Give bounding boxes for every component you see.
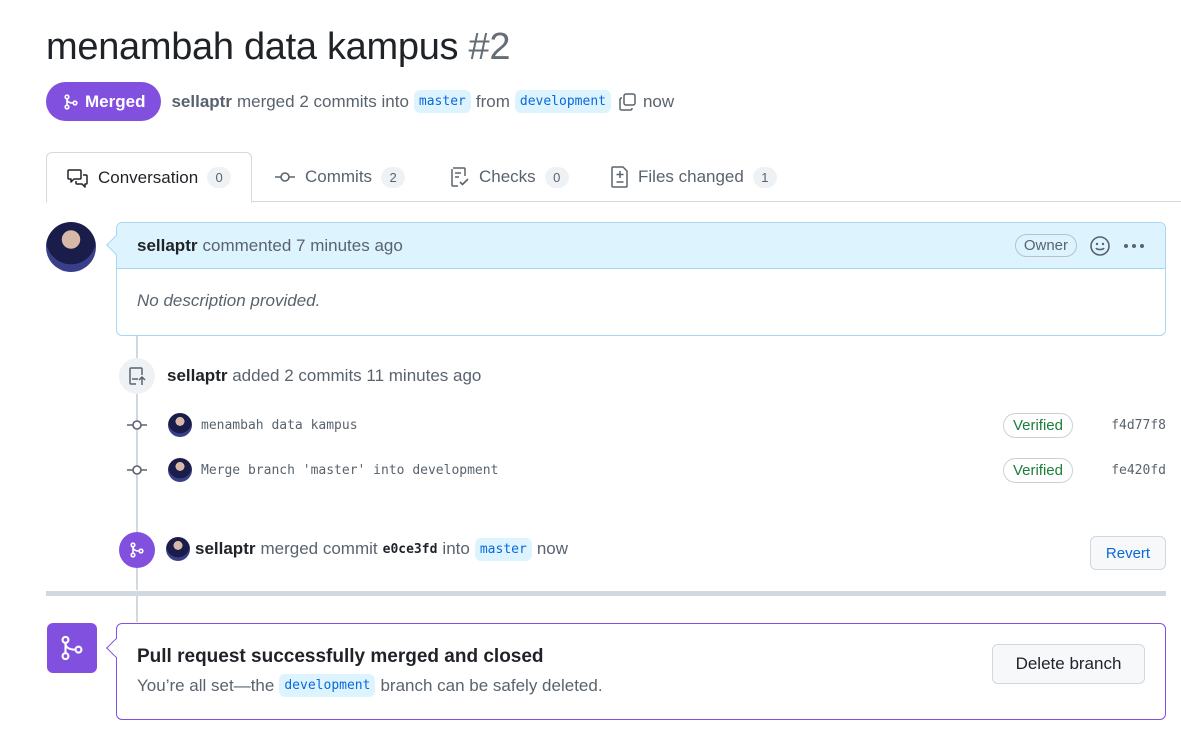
merged-status-box: Pull request successfully merged and clo…	[106, 623, 1166, 720]
subtitle-before: You’re all set—the	[137, 675, 275, 695]
pr-number: #2	[468, 26, 511, 68]
git-merge-icon	[119, 532, 155, 568]
file-diff-icon	[611, 166, 629, 188]
tab-label: Conversation	[98, 167, 199, 187]
comment-discussion-icon	[67, 168, 89, 188]
box-arrow	[106, 638, 126, 658]
page-title: menambah data kampus #2	[46, 26, 510, 69]
commit-message[interactable]: menambah data kampus	[201, 418, 358, 433]
owner-badge: Owner	[1014, 234, 1077, 257]
tab-counter: 0	[544, 166, 569, 188]
event-action: added 2 commits 11 minutes ago	[232, 366, 482, 385]
merged-status-badge: Merged	[46, 82, 162, 121]
subtitle-after: branch can be safely deleted.	[380, 675, 603, 695]
copy-icon[interactable]	[618, 92, 638, 112]
tab-commits[interactable]: Commits 2	[274, 152, 406, 202]
from-text: from	[475, 91, 510, 111]
smiley-icon[interactable]	[1089, 235, 1111, 257]
checklist-icon	[450, 166, 470, 188]
pr-meta: Merged sellaptr merged 2 commits into ma…	[46, 82, 674, 121]
base-branch[interactable]: master	[413, 90, 471, 113]
revert-button[interactable]: Revert	[1090, 536, 1166, 570]
merge-time: now	[536, 539, 568, 558]
git-commit-icon	[274, 170, 296, 184]
git-merge-icon	[63, 93, 79, 110]
merge-summary-text: merged 2 commits into	[236, 91, 409, 111]
merge-summary: sellaptr merged 2 commits into master fr…	[171, 90, 674, 113]
avatar[interactable]	[46, 222, 96, 272]
tab-counter: 0	[207, 167, 232, 188]
merge-commit-sha[interactable]: e0ce3fd	[383, 542, 438, 557]
comment-body: No description provided.	[137, 291, 321, 310]
tab-label: Checks	[479, 167, 536, 186]
repo-push-icon	[119, 358, 155, 394]
tab-conversation[interactable]: Conversation 0	[46, 152, 253, 203]
verified-badge[interactable]: Verified	[1002, 457, 1073, 483]
author-link[interactable]: sellaptr	[171, 92, 231, 112]
head-branch[interactable]: development	[514, 90, 611, 113]
kebab-horizontal-icon[interactable]	[1123, 243, 1145, 249]
merge-event-text: sellaptr merged commit e0ce3fd into mast…	[166, 537, 568, 561]
event-author[interactable]: sellaptr	[167, 366, 227, 385]
commit-sha[interactable]: fe420fd	[1111, 463, 1166, 478]
avatar[interactable]	[166, 537, 190, 561]
list-item: menambah data kampus Verified f4d77f8	[126, 411, 1166, 439]
into-text: into	[442, 539, 470, 558]
tab-counter: 1	[752, 166, 777, 188]
event-action: merged commit	[260, 539, 378, 558]
git-merge-icon	[47, 623, 97, 673]
commits-event-text: sellaptr added 2 commits 11 minutes ago	[167, 366, 481, 386]
verified-badge[interactable]: Verified	[1002, 412, 1073, 438]
event-author[interactable]: sellaptr	[195, 539, 255, 559]
head-branch[interactable]: development	[279, 674, 376, 697]
git-commit-icon	[126, 417, 148, 433]
commit-message[interactable]: Merge branch 'master' into development	[201, 463, 498, 478]
tab-checks[interactable]: Checks 0	[450, 152, 569, 202]
pr-title-text: menambah data kampus	[46, 26, 459, 68]
pr-tabs: Conversation 0 Commits 2 Checks 0 Files …	[46, 152, 1181, 203]
delete-branch-button[interactable]: Delete branch	[992, 644, 1145, 684]
avatar[interactable]	[168, 458, 192, 482]
merged-status-label: Merged	[85, 91, 146, 111]
comment-author[interactable]: sellaptr	[137, 236, 197, 256]
base-branch[interactable]: master	[474, 537, 532, 561]
avatar[interactable]	[168, 413, 192, 437]
commit-sha[interactable]: f4d77f8	[1111, 418, 1166, 433]
merge-time: now	[642, 91, 675, 111]
tab-files-changed[interactable]: Files changed 1	[611, 152, 777, 202]
tab-label: Commits	[305, 167, 373, 186]
comment-action[interactable]: commented 7 minutes ago	[202, 236, 402, 256]
comment-header: sellaptr commented 7 minutes ago Owner	[117, 223, 1165, 269]
tab-label: Files changed	[638, 167, 744, 186]
comment-box: sellaptr commented 7 minutes ago Owner N…	[106, 222, 1166, 336]
timeline-divider	[46, 591, 1166, 596]
tab-counter: 2	[381, 166, 406, 188]
list-item: Merge branch 'master' into development V…	[126, 456, 1166, 484]
git-commit-icon	[126, 462, 148, 478]
timeline-line	[136, 596, 138, 622]
